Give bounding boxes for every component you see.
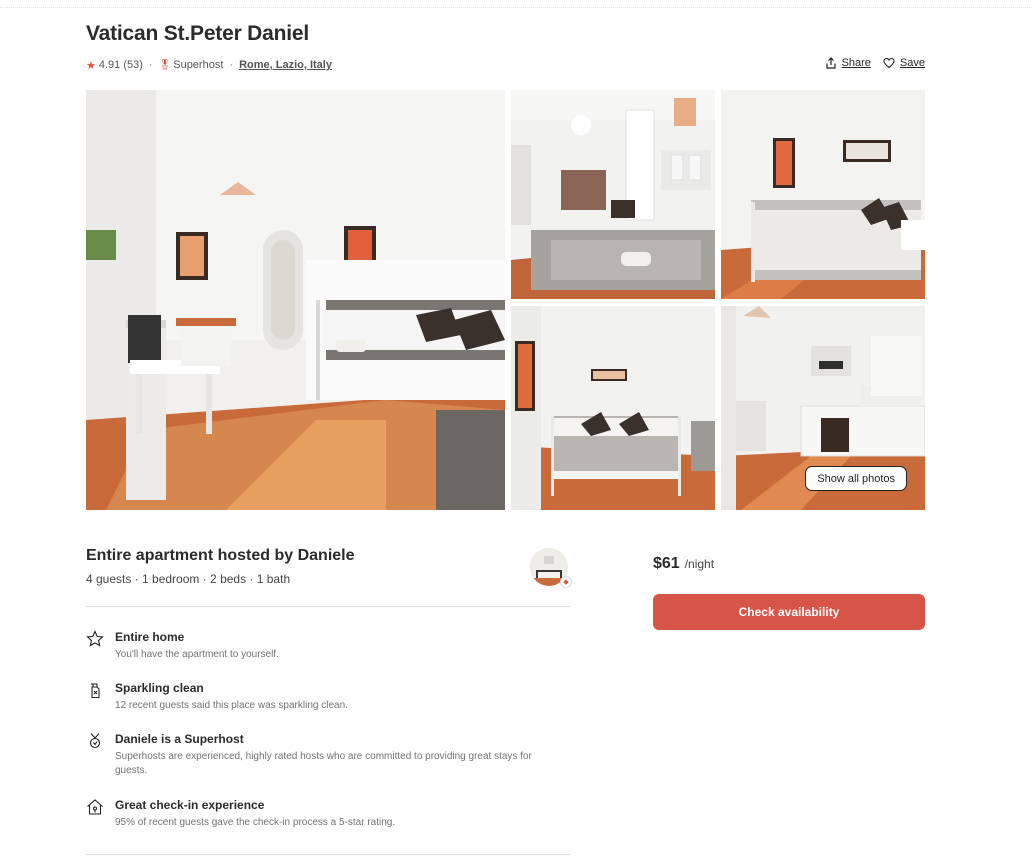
header-divider [0, 7, 1032, 8]
save-label: Save [899, 57, 925, 69]
host-heading: Entire apartment hosted by Daniele [86, 547, 355, 564]
show-all-photos-button[interactable]: Show all photos [805, 466, 907, 491]
share-button[interactable]: Share [825, 57, 871, 69]
check-availability-button[interactable]: Check availability [653, 594, 925, 630]
spray-bottle-icon [86, 681, 104, 699]
photo-gallery: Show all photos [86, 90, 925, 510]
listing-actions: Share Save [813, 57, 925, 69]
feature-title: Great check-in experience [115, 798, 265, 812]
meta-separator: · [229, 59, 234, 71]
feature-title: Entire home [115, 630, 185, 644]
medal-icon [86, 732, 104, 750]
feature-description: Superhosts are experienced, highly rated… [115, 751, 532, 776]
living-room-photo[interactable] [86, 90, 505, 510]
heart-icon [883, 57, 895, 69]
bed-front-photo[interactable] [511, 306, 715, 510]
home-star-icon [86, 630, 104, 648]
superhost-medal-icon: 🎖︎ [158, 59, 172, 71]
feature-description: 95% of recent guests gave the check-in p… [115, 817, 396, 828]
feature-title: Sparkling clean [115, 681, 204, 695]
listing-meta: ★ 4.91 (53) · 🎖︎ Superhost · Rome, Lazio… [86, 57, 332, 73]
location-link[interactable]: Rome, Lazio, Italy [239, 59, 332, 71]
bedroom-photo[interactable] [721, 90, 925, 299]
price-display: $61 /night [653, 555, 714, 573]
section-divider [86, 606, 570, 607]
rating-value: 4.91 [98, 59, 121, 71]
review-count[interactable]: (53) [123, 59, 143, 71]
superhost-badge-icon: ◆ [560, 576, 572, 588]
price-unit: /night [684, 557, 715, 571]
listing-details: 4 guests · 1 bedroom · 2 beds · 1 bath [86, 572, 291, 586]
nightly-price: $61 [653, 555, 680, 572]
feature-title: Daniele is a Superhost [115, 732, 244, 746]
superhost-label: Superhost [173, 59, 224, 71]
share-icon [825, 57, 836, 69]
save-button[interactable]: Save [883, 57, 925, 69]
feature-description: You'll have the apartment to yourself. [115, 649, 279, 660]
star-icon: ★ [86, 59, 96, 72]
house-key-icon [86, 798, 104, 816]
studio-overview-photo[interactable] [511, 90, 715, 299]
feature-description: 12 recent guests said this place was spa… [115, 700, 348, 711]
meta-separator: · [148, 59, 153, 71]
listing-title: Vatican St.Peter Daniel [86, 22, 309, 45]
share-label: Share [841, 57, 871, 69]
section-divider [86, 854, 570, 855]
